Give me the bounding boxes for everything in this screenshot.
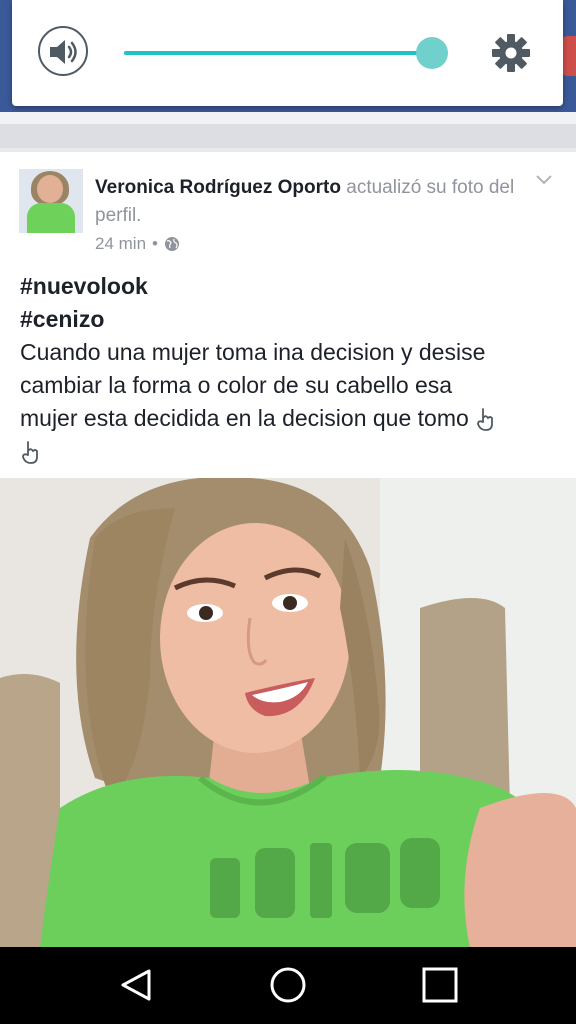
meta-separator: •	[152, 234, 158, 253]
pointing-down-hand-icon	[477, 408, 494, 431]
navigation-bar	[0, 947, 576, 1024]
chevron-down-icon[interactable]	[534, 172, 554, 186]
author-name[interactable]: Veronica Rodríguez Oporto	[95, 177, 341, 198]
pointing-down-hand-icon	[22, 441, 38, 464]
volume-panel	[12, 0, 563, 106]
separator-band	[0, 124, 576, 148]
back-triangle-icon[interactable]	[116, 965, 156, 1005]
post-header: Veronica Rodríguez Oporto actualizó su f…	[95, 174, 515, 230]
hashtag[interactable]: #nuevolook	[20, 270, 560, 303]
post-meta: 24 min •	[95, 234, 180, 254]
avatar[interactable]	[19, 169, 83, 233]
volume-slider[interactable]	[124, 37, 448, 69]
speaker-icon[interactable]	[38, 26, 88, 76]
recents-square-icon[interactable]	[420, 965, 460, 1005]
post-text-line: cambiar la forma o color de su cabello e…	[20, 372, 453, 398]
hashtag[interactable]: #cenizo	[20, 303, 560, 336]
post-body: #nuevolook #cenizo Cuando una mujer toma…	[20, 270, 560, 468]
home-circle-icon[interactable]	[268, 965, 308, 1005]
volume-slider-thumb[interactable]	[415, 37, 448, 69]
globe-icon	[164, 237, 179, 251]
post-time[interactable]: 24 min	[95, 234, 146, 254]
post-text-line: Cuando una mujer toma ina decision y des…	[20, 339, 486, 365]
post-photo[interactable]	[0, 478, 576, 948]
gear-icon[interactable]	[490, 32, 532, 74]
volume-level-fill	[124, 51, 432, 55]
separator-band	[0, 112, 576, 124]
post-text-line	[20, 435, 560, 468]
post-text-line: mujer esta decidida en la decision que t…	[20, 402, 560, 435]
